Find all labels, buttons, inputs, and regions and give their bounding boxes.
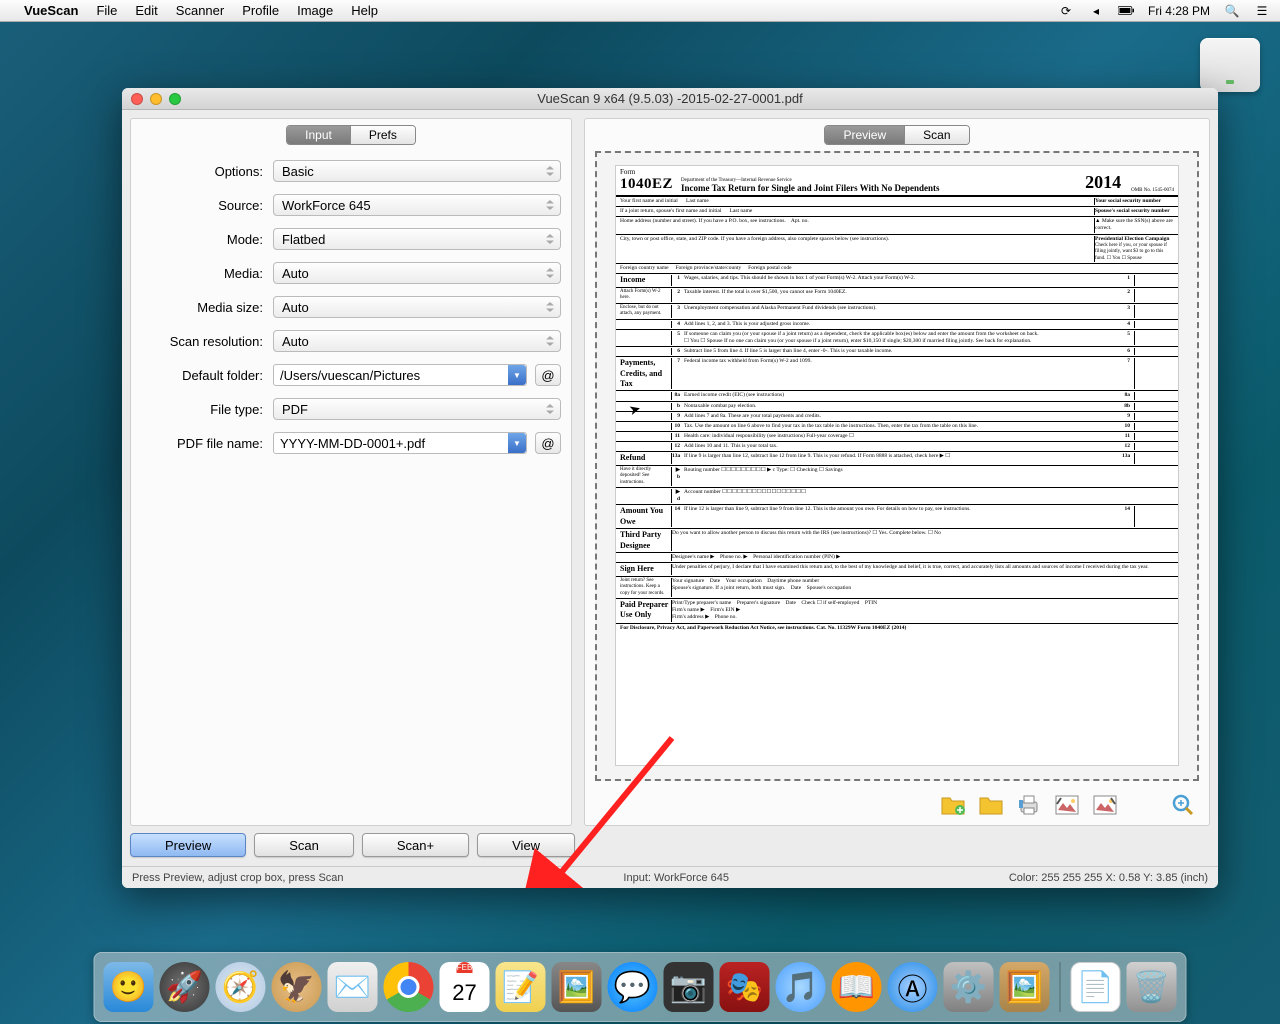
minimize-button[interactable]	[150, 93, 162, 105]
label-media-size: Media size:	[141, 300, 273, 315]
dock-document[interactable]: 📄	[1071, 962, 1121, 1012]
doc-form-id: 1040EZ	[620, 176, 673, 193]
status-left: Press Preview, adjust crop box, press Sc…	[132, 872, 344, 884]
doc-year: 2014	[1085, 172, 1121, 193]
scanned-document: Form 1040EZ Department of the Treasury—I…	[615, 165, 1179, 766]
dock-safari[interactable]: 🧭	[216, 962, 266, 1012]
dock-ibooks[interactable]: 📖	[832, 962, 882, 1012]
label-options: Options:	[141, 164, 273, 179]
menu-help[interactable]: Help	[351, 3, 378, 18]
label-file-type: File type:	[141, 402, 273, 417]
tab-prefs[interactable]: Prefs	[350, 126, 415, 144]
input-default-folder[interactable]: /Users/vuescan/Pictures▼	[273, 364, 527, 386]
dock-photobooth[interactable]: 🎭	[720, 962, 770, 1012]
scan-button[interactable]: Scan	[254, 833, 354, 857]
left-segment: Input Prefs	[286, 125, 416, 145]
battery-icon[interactable]	[1118, 3, 1134, 19]
default-folder-at-button[interactable]: @	[535, 364, 561, 386]
dock-messages[interactable]: 💬	[608, 962, 658, 1012]
macos-dock: 🙂 🚀 🧭 🦅 ✉️ FEB27 📝 🖼️ 💬 📷 🎭 🎵 📖 Ⓐ ⚙️ 🖼️ …	[94, 952, 1187, 1022]
scan-plus-button[interactable]: Scan+	[362, 833, 469, 857]
folder-dropdown-icon[interactable]: ▼	[508, 365, 526, 385]
dock-preview[interactable]: 🖼️	[552, 962, 602, 1012]
view-button[interactable]: View	[477, 833, 575, 857]
desktop-disk-icon[interactable]	[1200, 38, 1260, 92]
sync-icon[interactable]: ⟳	[1058, 3, 1074, 19]
preview-area[interactable]: Form 1040EZ Department of the Treasury—I…	[595, 151, 1199, 781]
window-titlebar[interactable]: VueScan 9 x64 (9.5.03) -2015-02-27-0001.…	[122, 88, 1218, 110]
menu-scanner[interactable]: Scanner	[176, 3, 224, 18]
dock-facetime[interactable]: 📷	[664, 962, 714, 1012]
pdf-filename-at-button[interactable]: @	[535, 432, 561, 454]
doc-form-label: Form	[620, 168, 673, 176]
status-bar: Press Preview, adjust crop box, press Sc…	[122, 866, 1218, 888]
select-scan-resolution[interactable]: Auto	[273, 330, 561, 352]
status-mid: Input: WorkForce 645	[344, 872, 1009, 884]
dock-trash[interactable]: 🗑️	[1127, 962, 1177, 1012]
menu-edit[interactable]: Edit	[135, 3, 157, 18]
label-scan-resolution: Scan resolution:	[141, 334, 273, 349]
settings-pane: Input Prefs Options: Basic Source: WorkF…	[130, 118, 572, 826]
status-right: Color: 255 255 255 X: 0.58 Y: 3.85 (inch…	[1009, 872, 1208, 884]
window-title: VueScan 9 x64 (9.5.03) -2015-02-27-0001.…	[122, 91, 1218, 106]
label-source: Source:	[141, 198, 273, 213]
dock-vuescan[interactable]: 🖼️	[1000, 962, 1050, 1012]
select-file-type[interactable]: PDF	[273, 398, 561, 420]
vuescan-window: VueScan 9 x64 (9.5.03) -2015-02-27-0001.…	[122, 88, 1218, 888]
label-mode: Mode:	[141, 232, 273, 247]
close-button[interactable]	[131, 93, 143, 105]
label-media: Media:	[141, 266, 273, 281]
clock[interactable]: Fri 4:28 PM	[1148, 4, 1210, 18]
dock-appstore[interactable]: Ⓐ	[888, 962, 938, 1012]
select-options[interactable]: Basic	[273, 160, 561, 182]
tab-input[interactable]: Input	[287, 126, 350, 144]
dock-notes[interactable]: 📝	[496, 962, 546, 1012]
doc-title: Income Tax Return for Single and Joint F…	[681, 183, 1067, 193]
dock-contacts[interactable]: 🦅	[272, 962, 322, 1012]
volume-icon[interactable]: ◂	[1088, 3, 1104, 19]
select-source[interactable]: WorkForce 645	[273, 194, 561, 216]
spotlight-icon[interactable]: 🔍	[1224, 3, 1240, 19]
notification-center-icon[interactable]: ☰	[1254, 3, 1270, 19]
macos-menubar: VueScan File Edit Scanner Profile Image …	[0, 0, 1280, 22]
select-media[interactable]: Auto	[273, 262, 561, 284]
dock-sysprefs[interactable]: ⚙️	[944, 962, 994, 1012]
dock-calendar[interactable]: FEB27	[440, 962, 490, 1012]
print-icon[interactable]	[1015, 793, 1043, 817]
select-media-size[interactable]: Auto	[273, 296, 561, 318]
dock-chrome[interactable]	[384, 962, 434, 1012]
menu-profile[interactable]: Profile	[242, 3, 279, 18]
zoom-button[interactable]	[169, 93, 181, 105]
app-name[interactable]: VueScan	[24, 3, 78, 18]
image-next-icon[interactable]	[1091, 793, 1119, 817]
select-mode[interactable]: Flatbed	[273, 228, 561, 250]
dock-launchpad[interactable]: 🚀	[160, 962, 210, 1012]
preview-button[interactable]: Preview	[130, 833, 246, 857]
dock-mail[interactable]: ✉️	[328, 962, 378, 1012]
dock-itunes[interactable]: 🎵	[776, 962, 826, 1012]
new-folder-icon[interactable]	[939, 793, 967, 817]
tab-preview[interactable]: Preview	[825, 126, 904, 144]
dock-separator	[1060, 962, 1061, 1012]
label-default-folder: Default folder:	[141, 368, 273, 383]
menu-file[interactable]: File	[96, 3, 117, 18]
menu-image[interactable]: Image	[297, 3, 333, 18]
dock-finder[interactable]: 🙂	[104, 962, 154, 1012]
folder-icon[interactable]	[977, 793, 1005, 817]
right-segment: Preview Scan	[824, 125, 969, 145]
filename-dropdown-icon[interactable]: ▼	[508, 433, 526, 453]
doc-omb: OMB No. 1545-0074	[1131, 188, 1174, 193]
image-prev-icon[interactable]	[1053, 793, 1081, 817]
preview-pane: Preview Scan Form 1040EZ Department of t…	[584, 118, 1210, 826]
label-pdf-file-name: PDF file name:	[141, 436, 273, 451]
tab-scan[interactable]: Scan	[904, 126, 968, 144]
input-pdf-file-name[interactable]: YYYY-MM-DD-0001+.pdf▼	[273, 432, 527, 454]
zoom-in-icon[interactable]	[1169, 793, 1197, 817]
